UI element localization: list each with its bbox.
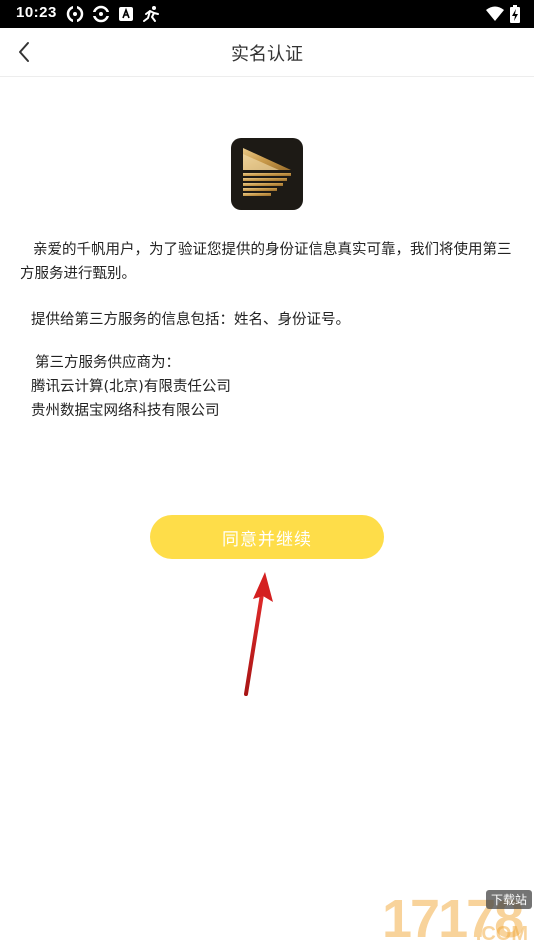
agree-continue-button[interactable]: 同意并继续 [150,515,384,559]
battery-charging-icon [510,5,520,23]
watermark-domain: .COM [475,923,528,945]
app-bar: 实名认证 [0,28,534,77]
system-icons [486,5,520,23]
intro-text: 亲爱的千帆用户，为了验证您提供的身份证信息真实可靠，我们将使用第三方服务进行甄别… [20,242,512,282]
running-icon [143,6,159,22]
app-store-icon [119,7,133,21]
sync-icon [66,5,84,23]
status-time: 10:23 [16,4,57,21]
sync-icon [92,5,110,23]
arrow-annotation-icon [244,572,273,696]
info-text: 提供给第三方服务的信息包括：姓名、身份证号。 [31,312,350,328]
status-bar: 10:23 [0,0,534,28]
wifi-icon [486,6,504,21]
notification-icons [66,5,160,23]
providers-heading: 第三方服务供应商为： [35,355,180,371]
page-title: 实名认证 [231,44,303,65]
provider-item: 腾讯云计算(北京)有限责任公司 [31,379,231,395]
provider-item: 贵州数据宝网络科技有限公司 [31,403,220,419]
provider-list: 第三方服务供应商为： 腾讯云计算(北京)有限责任公司 贵州数据宝网络科技有限公司 [31,351,521,423]
watermark: 17178 下载站 .COM [304,888,534,950]
app-logo-icon [243,148,291,196]
app-logo [231,138,303,210]
watermark-badge: 下载站 [485,890,532,909]
